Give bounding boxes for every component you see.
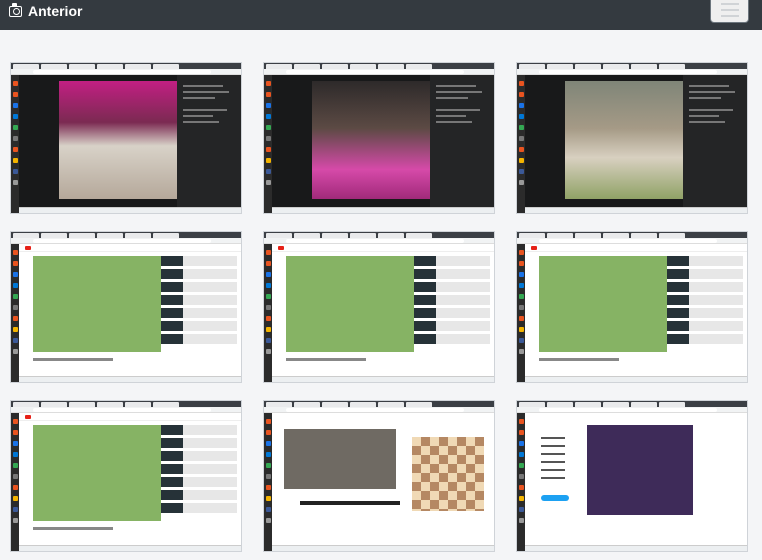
menu-toggle-button[interactable] [710, 0, 749, 23]
hamburger-icon [720, 2, 739, 5]
screenshot-thumbnail[interactable] [516, 231, 748, 383]
screenshot-thumbnail[interactable] [10, 231, 242, 383]
top-navbar: Anterior [0, 0, 762, 30]
camera-icon [9, 2, 22, 17]
screenshot-thumbnail[interactable] [516, 400, 748, 552]
screenshot-thumbnail[interactable] [263, 400, 495, 552]
back-link-label: Anterior [28, 3, 83, 19]
screenshot-gallery [10, 62, 748, 552]
back-link[interactable]: Anterior [9, 2, 83, 19]
screenshot-thumbnail[interactable] [10, 400, 242, 552]
screenshot-thumbnail[interactable] [516, 62, 748, 214]
screenshot-thumbnail[interactable] [263, 231, 495, 383]
screenshot-thumbnail[interactable] [263, 62, 495, 214]
screenshot-thumbnail[interactable] [10, 62, 242, 214]
